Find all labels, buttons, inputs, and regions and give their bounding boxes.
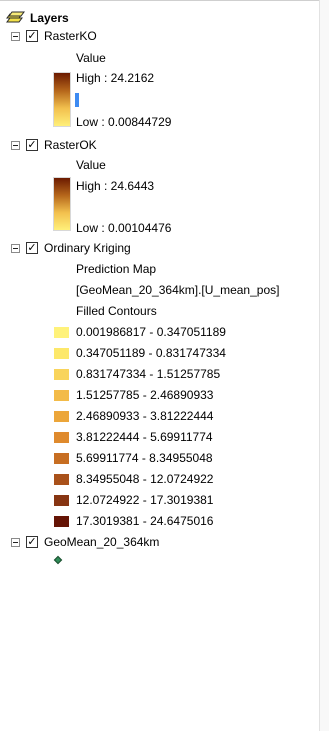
contour-class-swatch bbox=[54, 369, 69, 380]
rasterko-field-label: Value bbox=[76, 51, 106, 65]
rasterok-field-label: Value bbox=[76, 158, 106, 172]
ordinary-kriging-visibility-checkbox[interactable]: ✓ bbox=[26, 242, 38, 254]
raster-ko-collapse-button[interactable] bbox=[11, 32, 20, 41]
rasterok-low-label: Low : 0.00104476 bbox=[76, 221, 172, 235]
contour-class-label: 5.69911774 - 8.34955048 bbox=[76, 451, 213, 465]
rasterko-value-marker bbox=[75, 93, 79, 107]
contour-class-swatch bbox=[54, 348, 69, 359]
prediction-map-label: Prediction Map bbox=[76, 262, 157, 276]
contour-class-label: 1.51257785 - 2.46890933 bbox=[76, 388, 214, 402]
contour-class-swatch bbox=[54, 516, 69, 527]
contour-class-swatch bbox=[54, 432, 69, 443]
rasterok-high-label: High : 24.6443 bbox=[76, 179, 155, 193]
rasterko-low-label: Low : 0.00844729 bbox=[76, 115, 172, 129]
prediction-field-expression: [GeoMean_20_364km].[U_mean_pos] bbox=[76, 283, 280, 297]
rasterok-color-ramp bbox=[53, 177, 71, 231]
layer-name-rasterok[interactable]: RasterOK bbox=[44, 137, 97, 153]
layers-root-label: Layers bbox=[30, 11, 69, 25]
contour-class-label: 17.3019381 - 24.6475016 bbox=[76, 514, 214, 528]
layer-name-geomean[interactable]: GeoMean_20_364km bbox=[44, 534, 159, 550]
layers-icon bbox=[6, 11, 25, 23]
geomean-point-symbol bbox=[53, 555, 63, 565]
raster-ko-visibility-checkbox[interactable]: ✓ bbox=[26, 30, 38, 42]
layer-name-rasterko[interactable]: RasterKO bbox=[44, 28, 97, 44]
contour-class-label: 0.001986817 - 0.347051189 bbox=[76, 325, 226, 339]
table-of-contents: Layers ✓ RasterKO Value High : 24.2162 L… bbox=[0, 0, 320, 731]
ordinary-kriging-collapse-button[interactable] bbox=[11, 244, 20, 253]
geomean-collapse-button[interactable] bbox=[11, 538, 20, 547]
rasterko-high-label: High : 24.2162 bbox=[76, 71, 155, 85]
rasterko-color-ramp bbox=[53, 72, 71, 127]
contour-class-label: 12.0724922 - 17.3019381 bbox=[76, 493, 214, 507]
contour-class-label: 3.81222444 - 5.69911774 bbox=[76, 430, 213, 444]
contour-class-swatch bbox=[54, 327, 69, 338]
contour-class-label: 0.347051189 - 0.831747334 bbox=[76, 346, 226, 360]
panel-top-border bbox=[0, 0, 320, 1]
raster-ok-collapse-button[interactable] bbox=[11, 141, 20, 150]
contour-class-swatch bbox=[54, 411, 69, 422]
panel-scrollbar[interactable] bbox=[319, 0, 329, 731]
contour-class-swatch bbox=[54, 495, 69, 506]
contour-class-swatch bbox=[54, 474, 69, 485]
geomean-visibility-checkbox[interactable]: ✓ bbox=[26, 536, 38, 548]
contour-class-label: 0.831747334 - 1.51257785 bbox=[76, 367, 221, 381]
contour-class-swatch bbox=[54, 453, 69, 464]
contour-class-label: 8.34955048 - 12.0724922 bbox=[76, 472, 214, 486]
layer-name-ordinary-kriging[interactable]: Ordinary Kriging bbox=[44, 240, 131, 256]
contour-class-swatch bbox=[54, 390, 69, 401]
contour-class-label: 2.46890933 - 3.81222444 bbox=[76, 409, 214, 423]
raster-ok-visibility-checkbox[interactable]: ✓ bbox=[26, 139, 38, 151]
filled-contours-label: Filled Contours bbox=[76, 304, 157, 318]
